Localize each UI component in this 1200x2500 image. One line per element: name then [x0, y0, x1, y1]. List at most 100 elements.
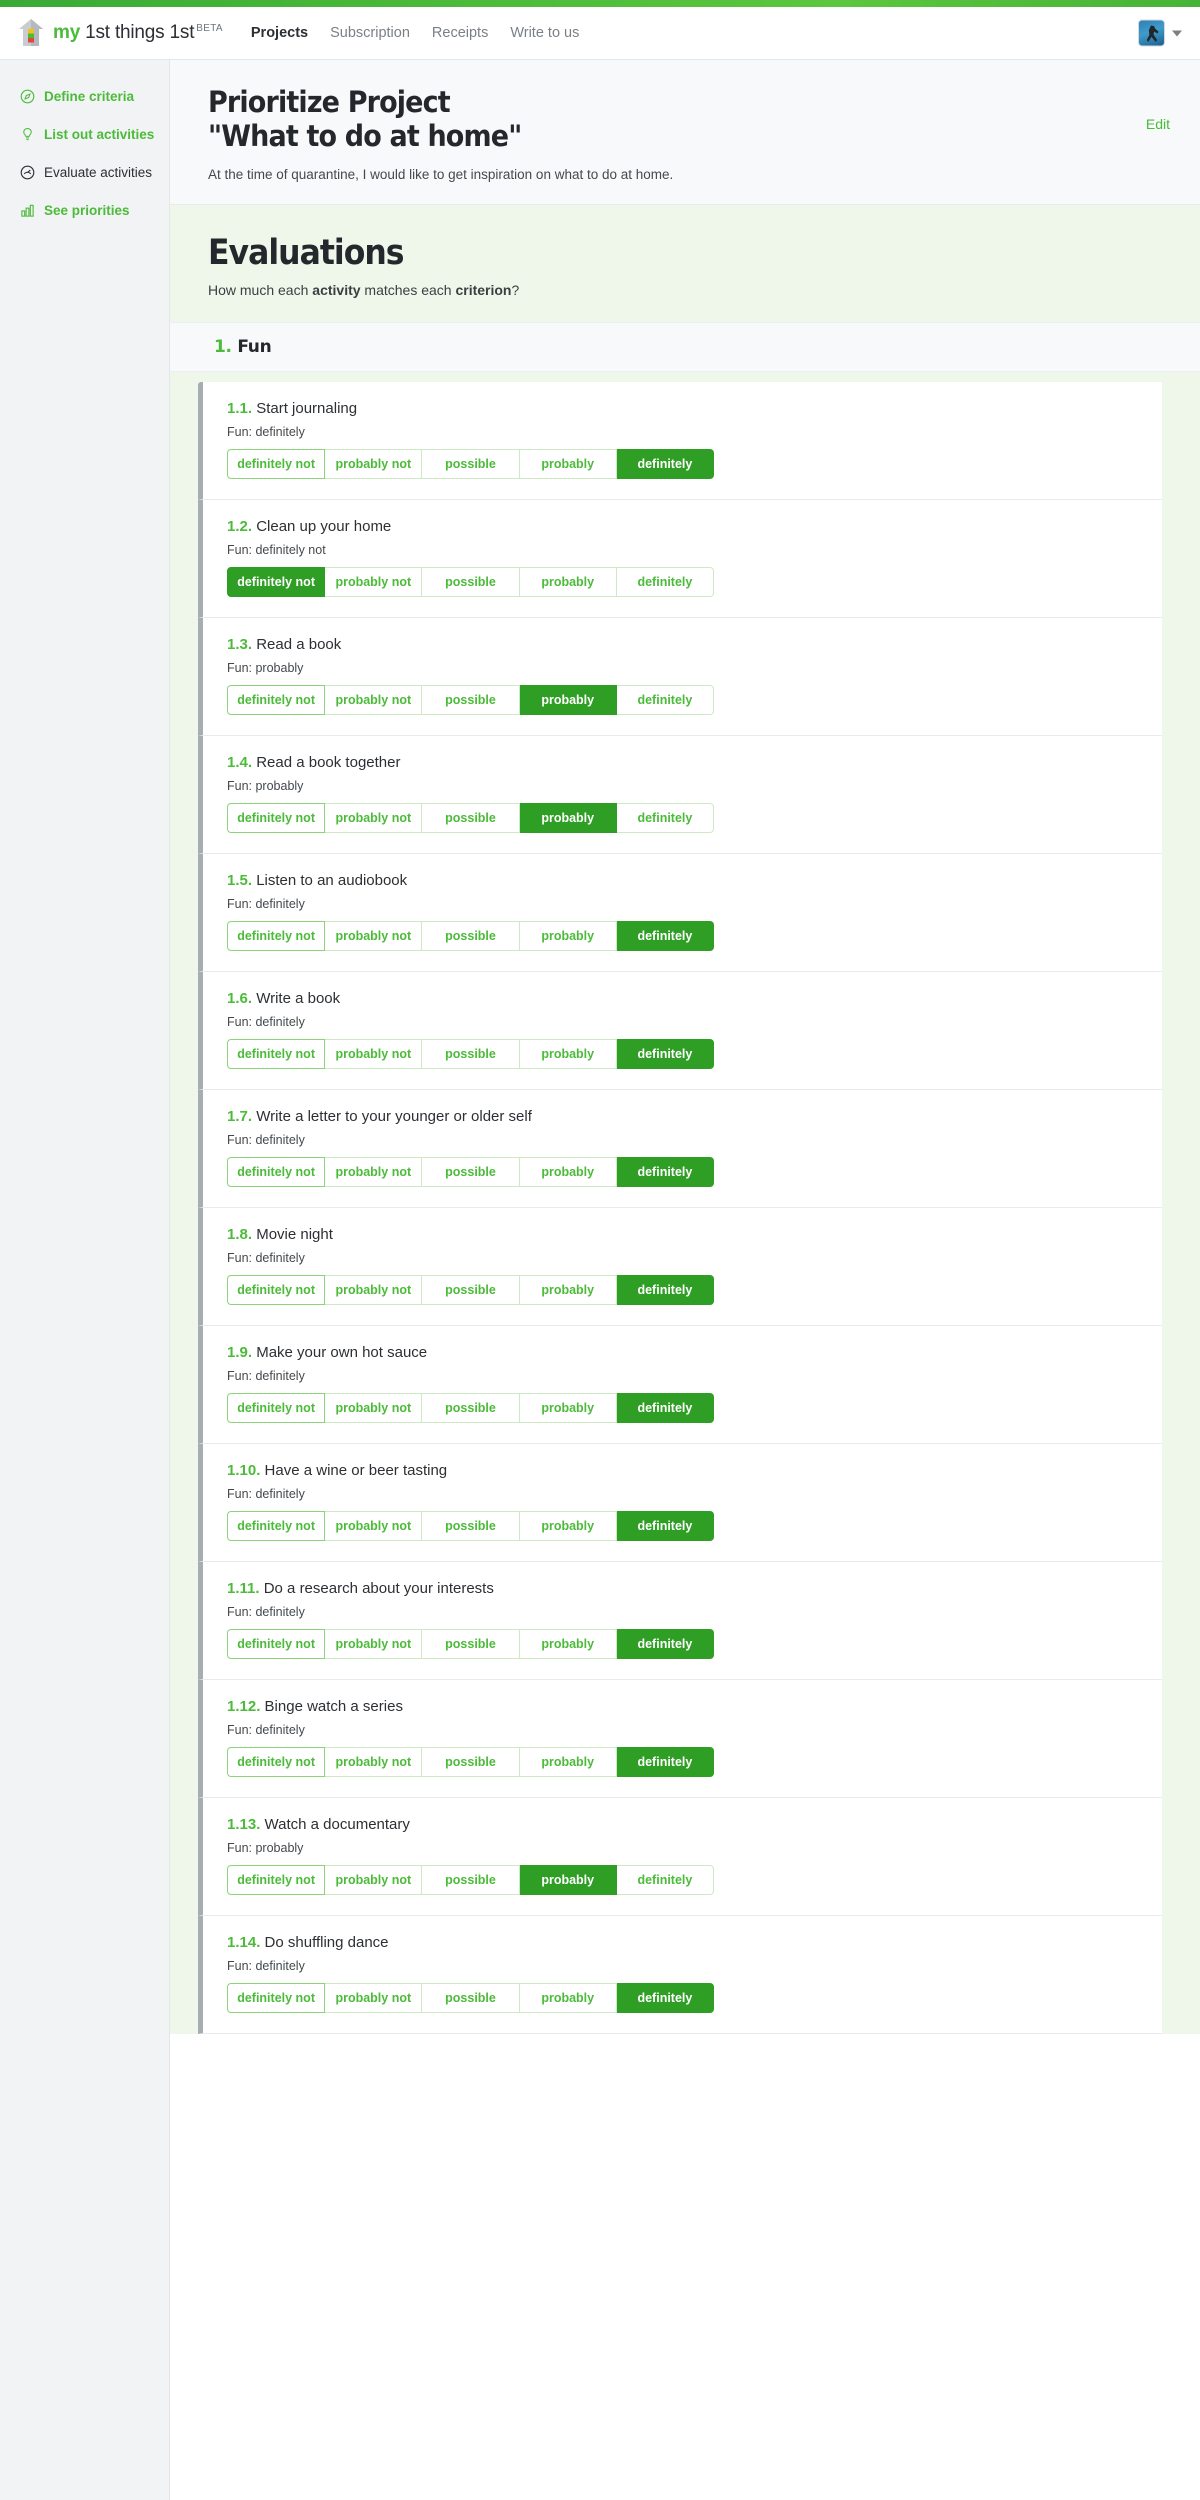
- rating-option-probably-not[interactable]: probably not: [325, 1156, 423, 1187]
- rating-option-probably-not[interactable]: probably not: [325, 684, 423, 715]
- rating-option-possible[interactable]: possible: [422, 1274, 520, 1305]
- rating-option-possible[interactable]: possible: [422, 684, 520, 715]
- rating-option-probably[interactable]: probably: [519, 802, 617, 833]
- rating-option-probably[interactable]: probably: [519, 1864, 617, 1895]
- nav-link-write-to-us[interactable]: Write to us: [510, 25, 579, 41]
- rating-option-definitely-not[interactable]: definitely not: [227, 566, 326, 597]
- edit-project-link[interactable]: Edit: [1146, 86, 1170, 132]
- rating-option-probably-not[interactable]: probably not: [325, 566, 423, 597]
- evaluation-card: 1.5. Listen to an audiobook Fun: definite…: [198, 853, 1162, 972]
- rating-option-definitely-not[interactable]: definitely not: [227, 1628, 326, 1659]
- rating-option-probably[interactable]: probably: [519, 448, 617, 479]
- rating-option-definitely-not[interactable]: definitely not: [227, 1746, 326, 1777]
- rating-option-possible[interactable]: possible: [422, 566, 520, 597]
- rating-option-probably-not[interactable]: probably not: [325, 1038, 423, 1069]
- rating-option-probably[interactable]: probably: [519, 1392, 617, 1423]
- rating-option-possible[interactable]: possible: [422, 1392, 520, 1423]
- rating-option-probably-not[interactable]: probably not: [325, 1982, 423, 2013]
- chevron-down-icon[interactable]: [1172, 30, 1182, 36]
- rating-option-probably-not[interactable]: probably not: [325, 920, 423, 951]
- nav-link-projects[interactable]: Projects: [251, 25, 308, 41]
- rating-option-definitely[interactable]: definitely: [616, 684, 715, 715]
- rating-option-definitely-not[interactable]: definitely not: [227, 1864, 326, 1895]
- rating-option-probably[interactable]: probably: [519, 1156, 617, 1187]
- rating-option-definitely[interactable]: definitely: [616, 802, 715, 833]
- rating-option-possible[interactable]: possible: [422, 1510, 520, 1541]
- evaluation-list: 1.1. Start journaling Fun: definitely defi…: [170, 371, 1200, 2034]
- rating-option-probably[interactable]: probably: [519, 566, 617, 597]
- rating-option-definitely[interactable]: definitely: [616, 1156, 715, 1187]
- rating-option-possible[interactable]: possible: [422, 1864, 520, 1895]
- rating-option-definitely[interactable]: definitely: [616, 1038, 715, 1069]
- rating-option-definitely-not[interactable]: definitely not: [227, 1392, 326, 1423]
- rating-option-definitely[interactable]: definitely: [616, 1510, 715, 1541]
- activity-rating-summary: Fun: definitely: [227, 424, 305, 439]
- rating-option-definitely[interactable]: definitely: [616, 1864, 715, 1895]
- rating-option-possible[interactable]: possible: [422, 1982, 520, 2013]
- rating-option-definitely-not[interactable]: definitely not: [227, 448, 326, 479]
- rating-option-possible[interactable]: possible: [422, 1746, 520, 1777]
- rating-option-possible[interactable]: possible: [422, 448, 520, 479]
- sidebar-item-label: List out activities: [44, 127, 155, 142]
- rating-option-possible[interactable]: possible: [422, 1038, 520, 1069]
- rating-option-probably[interactable]: probably: [519, 1746, 617, 1777]
- rating-option-definitely-not[interactable]: definitely not: [227, 920, 326, 951]
- nav-link-subscription[interactable]: Subscription: [330, 25, 410, 41]
- rating-option-probably[interactable]: probably: [519, 1274, 617, 1305]
- activity-name: Read a book: [252, 635, 342, 653]
- rating-option-definitely[interactable]: definitely: [616, 1274, 715, 1305]
- sidebar-item-define-criteria[interactable]: Define criteria: [0, 82, 169, 111]
- rating-option-possible[interactable]: possible: [422, 1156, 520, 1187]
- rating-option-probably-not[interactable]: probably not: [325, 448, 423, 479]
- rating-option-definitely-not[interactable]: definitely not: [227, 1982, 326, 2013]
- rating-option-possible[interactable]: possible: [422, 1628, 520, 1659]
- rating-option-probably-not[interactable]: probably not: [325, 1392, 423, 1423]
- rating-option-probably-not[interactable]: probably not: [325, 1628, 423, 1659]
- rating-option-definitely[interactable]: definitely: [616, 1982, 715, 2013]
- rating-option-definitely-not[interactable]: definitely not: [227, 1156, 326, 1187]
- rating-option-definitely-not[interactable]: definitely not: [227, 684, 326, 715]
- rating-option-definitely[interactable]: definitely: [616, 1746, 715, 1777]
- activity-rating-summary: Fun: definitely: [227, 1014, 305, 1029]
- rating-option-probably-not[interactable]: probably not: [325, 1510, 423, 1541]
- rating-option-possible[interactable]: possible: [422, 920, 520, 951]
- rating-option-probably[interactable]: probably: [519, 1628, 617, 1659]
- rating-option-definitely-not[interactable]: definitely not: [227, 1510, 326, 1541]
- rating-button-group: definitely not probably not possible probab…: [227, 566, 715, 597]
- top-accent-bar: [0, 0, 1200, 7]
- rating-option-probably[interactable]: probably: [519, 920, 617, 951]
- account-menu[interactable]: [1138, 19, 1182, 47]
- sidebar-item-evaluate-activities[interactable]: Evaluate activities: [0, 158, 169, 187]
- activity-title: 1.7. Write a letter to your younger or o…: [227, 1108, 1142, 1125]
- rating-option-probably[interactable]: probably: [519, 1982, 617, 2013]
- rating-option-definitely-not[interactable]: definitely not: [227, 1274, 326, 1305]
- rating-option-probably[interactable]: probably: [519, 1038, 617, 1069]
- nav-link-receipts[interactable]: Receipts: [432, 25, 488, 41]
- rating-option-probably-not[interactable]: probably not: [325, 802, 423, 833]
- activity-name: Movie night: [252, 1225, 333, 1243]
- rating-option-probably[interactable]: probably: [519, 1510, 617, 1541]
- activity-rating-summary: Fun: definitely: [227, 1722, 305, 1737]
- sidebar-item-list-out-activities[interactable]: List out activities: [0, 120, 169, 149]
- brand-home-link[interactable]: my 1st things 1st BETA: [18, 18, 223, 48]
- evaluations-banner: Evaluations How much each activity match…: [170, 204, 1200, 322]
- rating-option-definitely[interactable]: definitely: [616, 920, 715, 951]
- rating-option-possible[interactable]: possible: [422, 802, 520, 833]
- bar-chart-icon: [20, 203, 35, 218]
- sidebar-item-see-priorities[interactable]: See priorities: [0, 196, 169, 225]
- rating-option-definitely[interactable]: definitely: [616, 566, 715, 597]
- rating-option-probably[interactable]: probably: [519, 684, 617, 715]
- rating-option-definitely-not[interactable]: definitely not: [227, 802, 326, 833]
- rating-option-definitely[interactable]: definitely: [616, 448, 715, 479]
- rating-option-probably-not[interactable]: probably not: [325, 1864, 423, 1895]
- avatar[interactable]: [1138, 19, 1165, 47]
- rating-option-probably-not[interactable]: probably not: [325, 1274, 423, 1305]
- activity-name: Read a book together: [252, 753, 401, 771]
- activity-number: 1.14.: [227, 1933, 261, 1951]
- rating-option-probably-not[interactable]: probably not: [325, 1746, 423, 1777]
- rating-option-definitely-not[interactable]: definitely not: [227, 1038, 326, 1069]
- rating-option-definitely[interactable]: definitely: [616, 1392, 715, 1423]
- rating-option-definitely[interactable]: definitely: [616, 1628, 715, 1659]
- lightbulb-icon: [20, 127, 35, 142]
- criterion-number: 1.: [214, 336, 232, 357]
